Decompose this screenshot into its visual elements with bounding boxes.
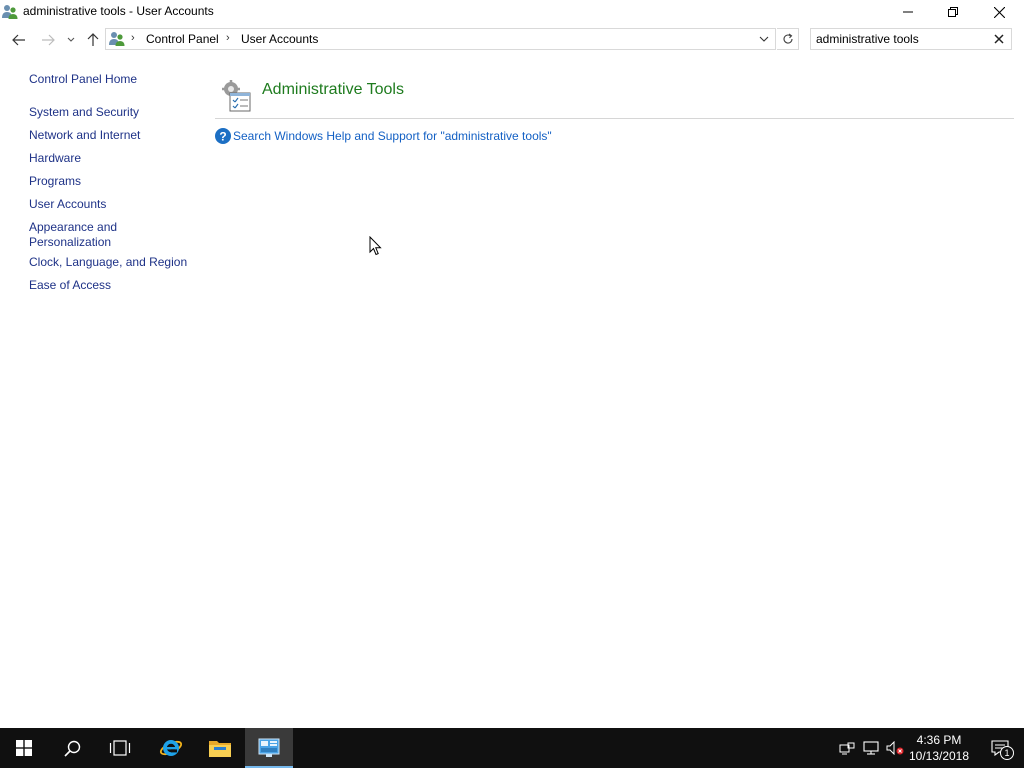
- folder-icon: [209, 741, 231, 757]
- task-view-button[interactable]: [96, 728, 144, 768]
- close-button[interactable]: [976, 0, 1022, 24]
- taskbar-clock[interactable]: 4:36 PM 10/13/2018: [906, 732, 972, 764]
- network-adapter-icon: [839, 742, 855, 755]
- sidebar-item-appearance-and-personalization[interactable]: Appearance and Personalization: [29, 220, 117, 250]
- minimize-button[interactable]: [885, 0, 931, 24]
- breadcrumb-separator[interactable]: ›: [131, 32, 135, 44]
- back-button[interactable]: [7, 28, 31, 52]
- svg-text:?: ?: [219, 130, 226, 144]
- restore-button[interactable]: [930, 0, 976, 24]
- tray-volume[interactable]: [884, 728, 906, 768]
- recent-locations-button[interactable]: [62, 28, 80, 52]
- sidebar-item-network-and-internet[interactable]: Network and Internet: [29, 128, 140, 143]
- task-view-icon: [109, 740, 131, 756]
- monitor-network-icon: [863, 741, 879, 755]
- sidebar-item-ease-of-access[interactable]: Ease of Access: [29, 278, 111, 293]
- arrow-up-icon: [87, 33, 99, 46]
- taskbar-control-panel[interactable]: [245, 728, 293, 768]
- chevron-down-icon: [759, 36, 769, 42]
- control-panel-home-link[interactable]: Control Panel Home: [29, 72, 137, 87]
- notification-count-badge: 1: [1000, 746, 1014, 760]
- mouse-cursor-icon: [369, 236, 382, 256]
- clock-time: 4:36 PM: [916, 733, 962, 747]
- help-icon: ?: [215, 128, 231, 144]
- sidebar-item-system-and-security[interactable]: System and Security: [29, 105, 139, 120]
- address-history-dropdown[interactable]: [755, 30, 773, 48]
- internet-explorer-icon: [159, 740, 183, 756]
- arrow-left-icon: [12, 34, 25, 46]
- restore-icon: [948, 7, 958, 17]
- chevron-down-icon: [67, 37, 75, 42]
- control-panel-icon: [258, 738, 280, 757]
- taskbar-internet-explorer[interactable]: [147, 728, 195, 768]
- start-button[interactable]: [0, 728, 48, 768]
- search-box[interactable]: [810, 28, 1012, 50]
- clock-date: 10/13/2018: [908, 749, 970, 763]
- windows-logo-icon: [16, 740, 32, 756]
- clear-search-icon[interactable]: [993, 33, 1005, 45]
- title-bar: administrative tools - User Accounts: [0, 0, 1024, 24]
- tray-network[interactable]: [860, 728, 882, 768]
- minimize-icon: [903, 11, 913, 13]
- tray-network-adapter[interactable]: [836, 728, 858, 768]
- left-pane: Control Panel Home System and Security N…: [0, 56, 200, 728]
- action-center-button[interactable]: 1: [980, 728, 1020, 768]
- search-input[interactable]: [816, 31, 986, 47]
- user-accounts-icon: [2, 5, 18, 19]
- taskbar-search-button[interactable]: [48, 728, 96, 768]
- up-button[interactable]: [81, 28, 105, 52]
- divider: [215, 118, 1014, 119]
- search-icon: [63, 740, 80, 757]
- arrow-right-icon: [42, 34, 55, 46]
- breadcrumb-control-panel[interactable]: Control Panel: [146, 32, 219, 46]
- windows-help-search-link[interactable]: Search Windows Help and Support for "adm…: [233, 129, 552, 143]
- sidebar-item-clock-language-and-region[interactable]: Clock, Language, and Region: [29, 255, 187, 270]
- taskbar: 4:36 PM 10/13/2018 1: [0, 728, 1024, 768]
- breadcrumb-user-accounts[interactable]: User Accounts: [241, 32, 318, 46]
- refresh-icon: [783, 33, 793, 44]
- administrative-tools-icon[interactable]: [219, 79, 253, 113]
- user-accounts-icon: [109, 32, 125, 46]
- refresh-button[interactable]: [777, 28, 799, 50]
- administrative-tools-link[interactable]: Administrative Tools: [262, 81, 404, 99]
- forward-button[interactable]: [36, 28, 60, 52]
- breadcrumb-separator[interactable]: ›: [226, 32, 230, 44]
- taskbar-file-explorer[interactable]: [196, 728, 244, 768]
- volume-muted-icon: [886, 741, 904, 755]
- sidebar-item-programs[interactable]: Programs: [29, 174, 81, 189]
- close-icon: [993, 6, 1005, 18]
- address-bar[interactable]: › Control Panel › User Accounts: [105, 28, 776, 50]
- window-title: administrative tools - User Accounts: [23, 4, 214, 18]
- sidebar-item-user-accounts[interactable]: User Accounts: [29, 197, 106, 212]
- sidebar-item-hardware[interactable]: Hardware: [29, 151, 81, 166]
